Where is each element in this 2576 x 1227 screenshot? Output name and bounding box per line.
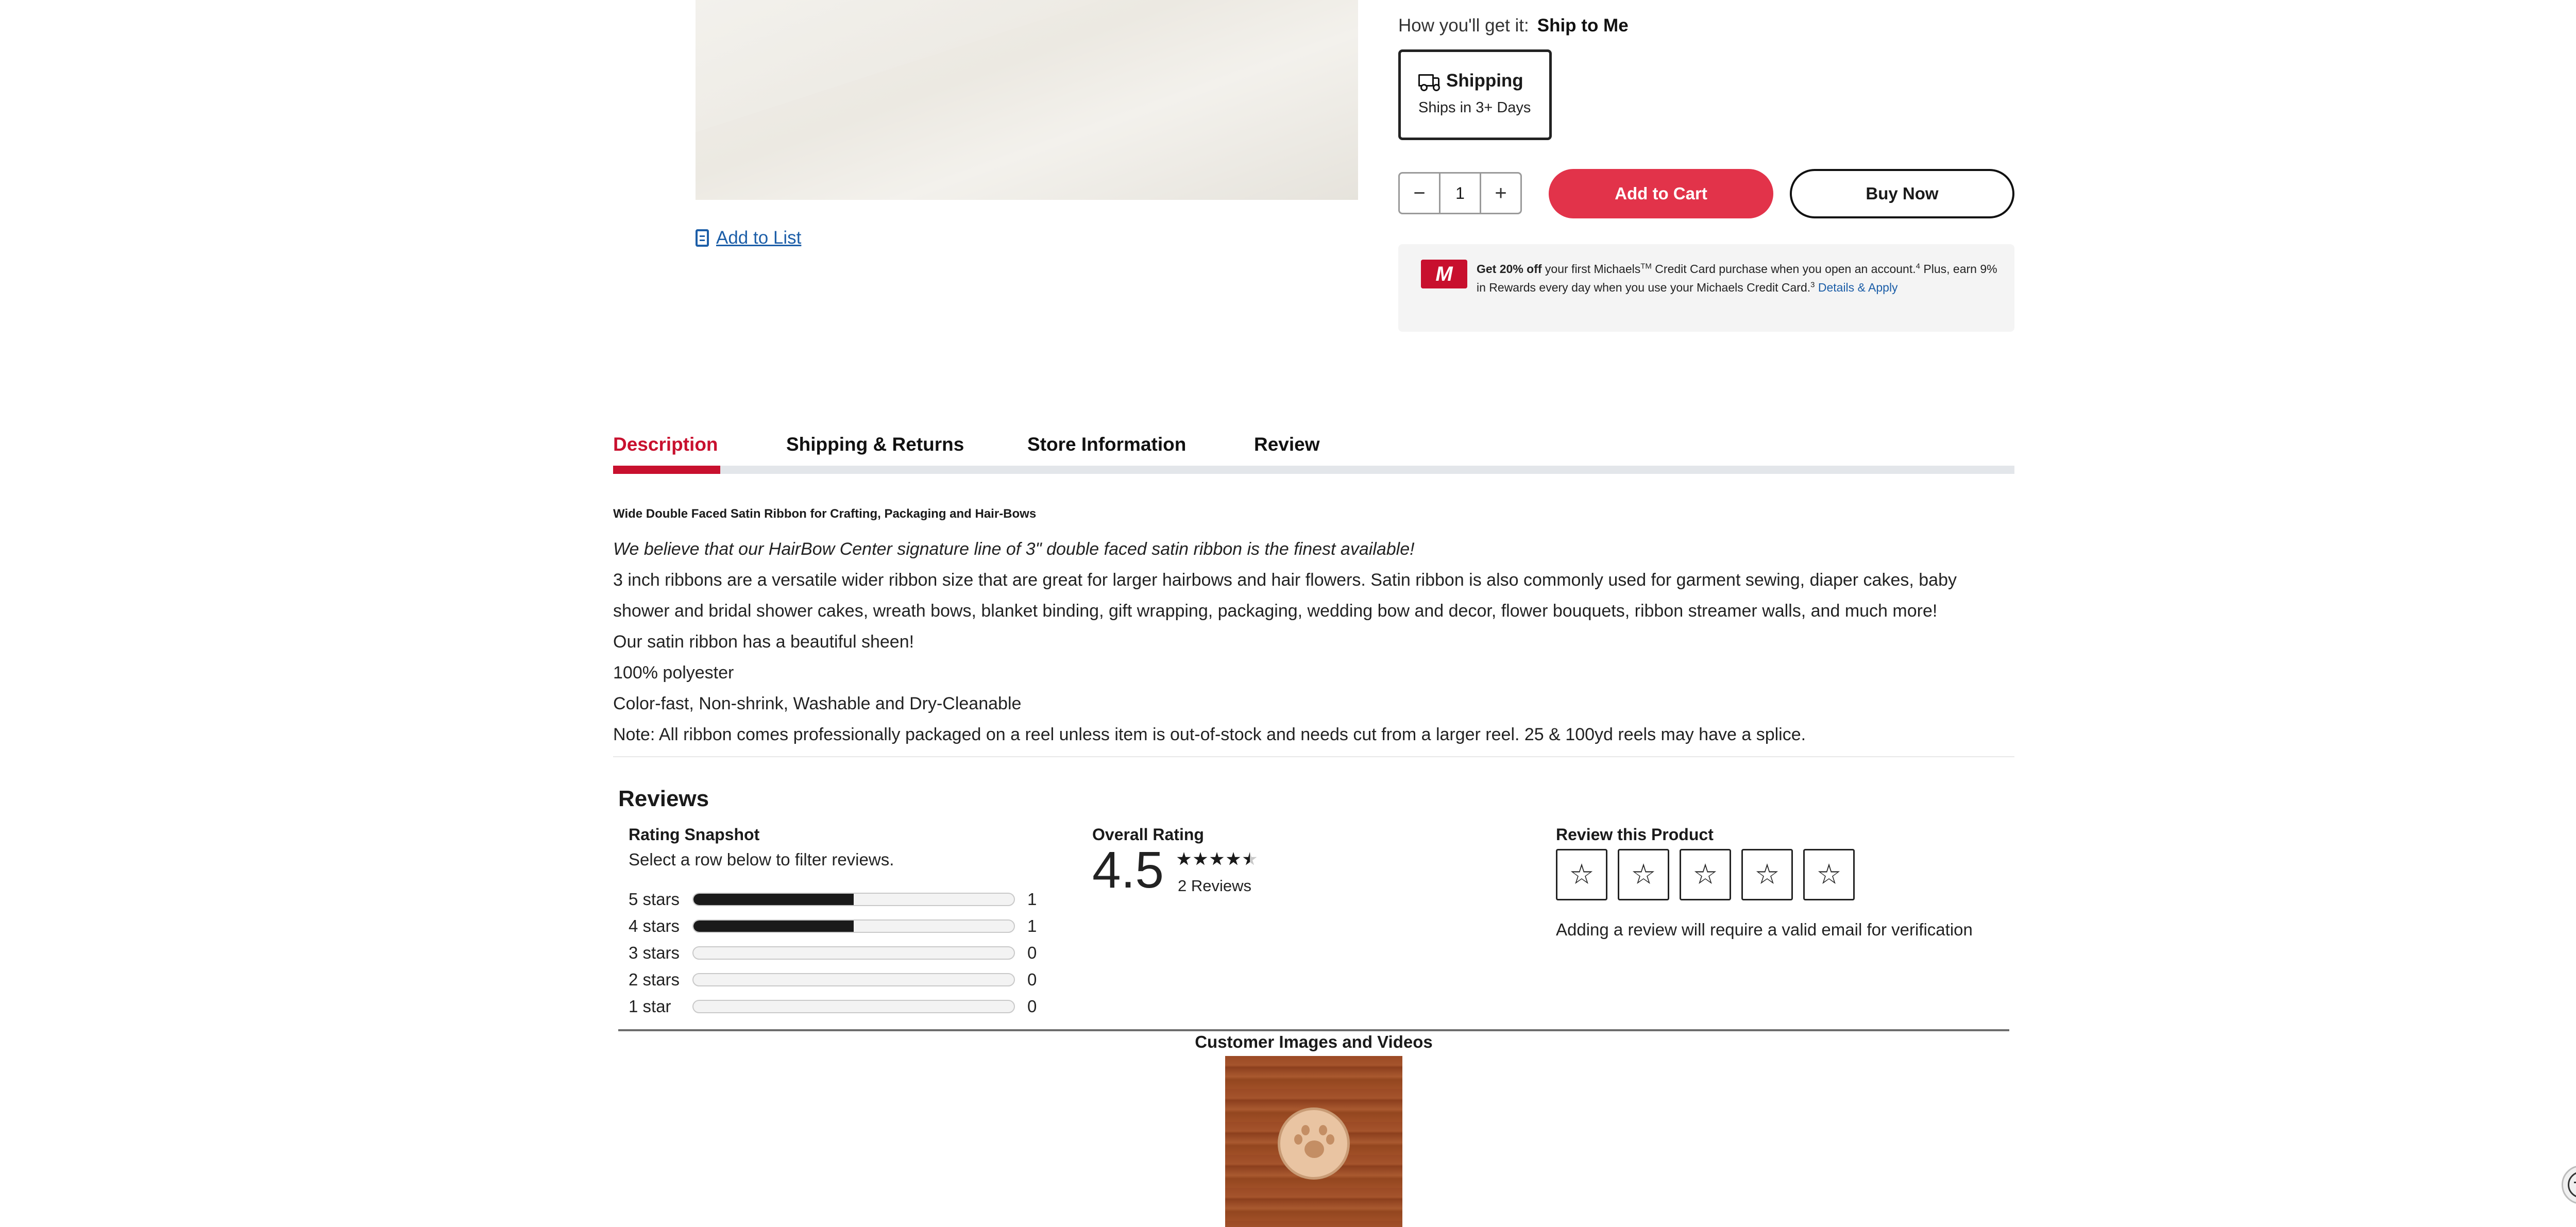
rating-snapshot-subtitle: Select a row below to filter reviews. [629,850,894,869]
rate-3-stars-button[interactable] [1680,849,1731,900]
details-apply-link[interactable]: Details & Apply [1818,281,1898,294]
star-filled-icon [1226,852,1241,865]
rating-row-count: 0 [1027,997,1037,1016]
paw-icon [1292,1123,1335,1164]
description-paragraph: We believe that our HairBow Center signa… [613,539,1415,559]
description-panel: Wide Double Faced Satin Ribbon for Craft… [613,507,2014,750]
overall-rating-stars [1177,852,1257,866]
rating-row-5-stars[interactable]: 5 stars 1 [629,889,1051,910]
star-outline-icon [1694,863,1717,884]
quantity-stepper: − 1 + [1398,172,1522,214]
add-to-cart-button[interactable]: Add to Cart [1549,169,1773,218]
divider [618,1029,2009,1031]
rating-bar [692,919,1015,933]
active-tab-indicator [613,466,720,474]
description-paragraph: 3 inch ribbons are a versatile wider rib… [613,570,1957,621]
review-email-note: Adding a review will require a valid ema… [1556,920,1973,939]
decrease-quantity-button[interactable]: − [1400,174,1439,213]
rate-5-stars-button[interactable] [1803,849,1855,900]
description-paragraph: 100% polyester [613,663,734,683]
tab-shipping-returns[interactable]: Shipping & Returns [786,434,964,455]
promo-text: Get 20% off your first MichaelsTM Credit… [1477,260,2002,297]
rating-row-label: 2 stars [629,970,680,989]
paw-medallion [1278,1107,1350,1180]
star-outline-icon [1818,863,1840,884]
star-outline-icon [1632,863,1655,884]
accessibility-icon [2568,1171,2576,1198]
product-image-fold [696,0,1358,144]
tab-store-information[interactable]: Store Information [1027,434,1186,455]
rating-bar [692,946,1015,960]
fulfillment-method: How you'll get it: Ship to Me [1398,15,1629,36]
tab-description[interactable]: Description [613,434,718,455]
buy-now-button[interactable]: Buy Now [1790,169,2014,218]
rating-row-label: 5 stars [629,890,680,909]
star-filled-icon [1210,852,1224,865]
reviews-title: Reviews [618,786,709,811]
rate-1-star-button[interactable] [1556,849,1607,900]
rate-4-stars-button[interactable] [1741,849,1793,900]
description-paragraph: Color-fast, Non-shrink, Washable and Dry… [613,694,1022,713]
customer-image-thumbnail[interactable] [1225,1056,1402,1227]
description-heading: Wide Double Faced Satin Ribbon for Craft… [613,507,1037,521]
rating-row-label: 3 stars [629,943,680,962]
rating-row-count: 0 [1027,943,1037,962]
write-review-star-selector [1556,849,1855,900]
shipping-option-eta: Ships in 3+ Days [1418,99,1531,116]
promo-footnote-3: 3 [1810,280,1815,289]
star-outline-icon [1756,863,1778,884]
add-to-list-label: Add to List [716,228,802,248]
rate-2-stars-button[interactable] [1618,849,1669,900]
tab-track [613,466,2014,474]
star-half-icon [1243,852,1257,865]
quantity-input[interactable]: 1 [1439,174,1481,213]
rating-bar-fill [693,921,854,932]
rating-row-label: 1 star [629,997,671,1016]
rating-row-1-star[interactable]: 1 star 0 [629,996,1051,1017]
accessibility-button[interactable] [2562,1165,2576,1204]
rating-bar [692,973,1015,986]
star-filled-icon [1193,852,1208,865]
add-to-list-link[interactable]: Add to List [696,226,801,250]
review-count: 2 Reviews [1178,877,1251,895]
promo-text-1: your first Michaels [1541,262,1641,276]
star-outline-icon [1570,863,1593,884]
fulfillment-label: How you'll get it: [1398,15,1529,36]
promo-text-2: Credit Card purchase when you open an ac… [1651,262,1916,276]
rating-row-3-stars[interactable]: 3 stars 0 [629,943,1051,963]
tab-review[interactable]: Review [1254,434,1320,455]
overall-rating-value: 4.5 [1092,841,1164,899]
star-filled-icon [1177,852,1191,865]
minus-icon: − [1413,181,1426,204]
rating-row-2-stars[interactable]: 2 stars 0 [629,969,1051,990]
rating-row-count: 0 [1027,970,1037,989]
review-this-product-title: Review this Product [1556,825,1714,844]
rating-bar [692,1000,1015,1013]
product-image[interactable] [696,0,1358,200]
list-icon [696,229,709,247]
rating-row-count: 1 [1027,890,1037,909]
credit-card-promo: M Get 20% off your first MichaelsTM Cred… [1398,244,2014,332]
fulfillment-value: Ship to Me [1537,15,1629,36]
description-paragraph: Note: All ribbon comes professionally pa… [613,725,1806,744]
rating-bar [692,893,1015,906]
promo-footnote-4: 4 [1916,262,1920,271]
customer-media-title: Customer Images and Videos [1195,1032,1433,1051]
shipping-option-card[interactable]: Shipping Ships in 3+ Days [1398,49,1552,140]
rating-bar-fill [693,894,854,905]
michaels-credit-card-icon: M [1421,260,1467,288]
promo-bold: Get 20% off [1477,262,1542,276]
shipping-option-title: Shipping [1446,71,1523,91]
increase-quantity-button[interactable]: + [1481,174,1520,213]
rating-snapshot-title: Rating Snapshot [629,825,760,844]
plus-icon: + [1495,181,1507,204]
promo-tm: TM [1640,262,1652,271]
description-paragraph: Our satin ribbon has a beautiful sheen! [613,632,914,652]
divider [613,756,2014,757]
rating-row-4-stars[interactable]: 4 stars 1 [629,916,1051,936]
rating-row-label: 4 stars [629,916,680,935]
rating-row-count: 1 [1027,916,1037,935]
truck-icon [1418,73,1440,91]
